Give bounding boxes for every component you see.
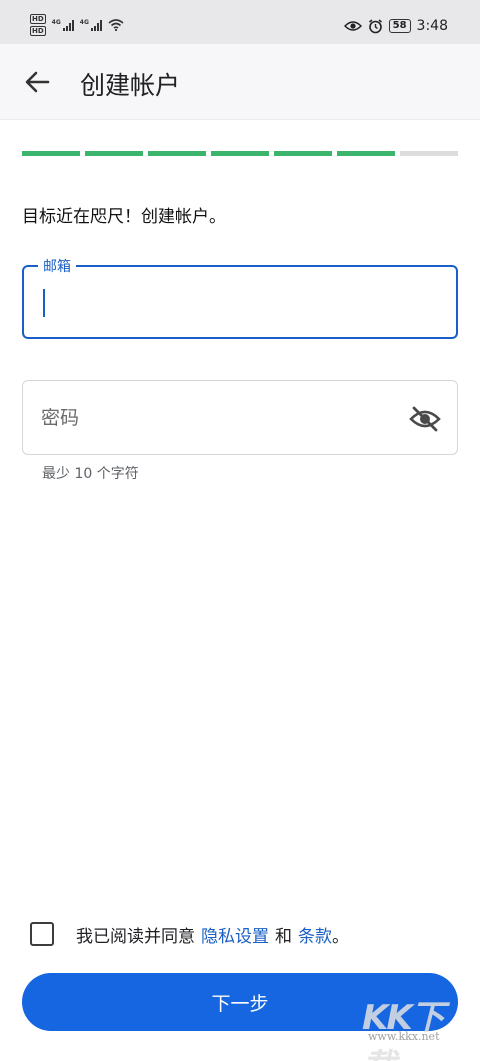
email-field[interactable]: 邮箱 <box>22 256 458 339</box>
wifi-icon <box>108 19 124 31</box>
progress-step <box>211 151 269 156</box>
password-helper-text: 最少 10 个字符 <box>42 466 139 482</box>
status-left: HD HD 4G 4G <box>30 14 124 36</box>
network-type-2: 4G <box>79 19 89 26</box>
page-title: 创建帐户 <box>80 71 181 100</box>
agreement-row: 我已阅读并同意 隐私设置 和 条款 。 <box>30 918 349 950</box>
agree-checkbox[interactable] <box>30 922 54 946</box>
privacy-link[interactable]: 隐私设置 <box>201 922 269 947</box>
arrow-left-icon[interactable] <box>22 68 52 96</box>
watermark: KK下载 www.kkx.net <box>358 990 462 1061</box>
status-right: 58 3:48 <box>343 18 448 34</box>
signal-icon: 4G <box>52 19 74 31</box>
clock: 3:48 <box>416 18 448 34</box>
watermark-url: www.kkx.net <box>368 1030 440 1043</box>
terms-link[interactable]: 条款 <box>298 922 332 947</box>
signal-icon-2: 4G <box>80 19 102 31</box>
password-field[interactable] <box>22 380 458 455</box>
progress-step <box>148 151 206 156</box>
progress-step <box>85 151 143 156</box>
progress-step <box>22 151 80 156</box>
agreement-prefix: 我已阅读并同意 <box>76 926 195 947</box>
step-progress-bar <box>22 151 458 156</box>
form-headline: 目标近在咫尺！创建帐户。 <box>22 207 226 227</box>
hd-badge-1: HD <box>30 14 46 24</box>
agreement-and: 和 <box>275 926 292 947</box>
battery-icon: 58 <box>388 19 411 33</box>
progress-step <box>337 151 395 156</box>
text-cursor <box>43 289 45 317</box>
alarm-icon <box>368 18 382 33</box>
eye-comfort-icon <box>343 21 362 31</box>
eye-off-icon[interactable] <box>409 405 441 433</box>
watermark-logo: KK下载 <box>362 998 445 1061</box>
network-type-1: 4G <box>51 19 61 26</box>
progress-step <box>400 151 458 156</box>
status-bar: HD HD 4G 4G 58 3:48 <box>0 0 480 44</box>
progress-step <box>274 151 332 156</box>
agreement-suffix: 。 <box>332 926 349 947</box>
hd-badge-2: HD <box>30 26 46 36</box>
hd-indicators: HD HD <box>30 14 46 36</box>
password-input[interactable] <box>41 399 401 439</box>
email-input[interactable] <box>40 283 440 323</box>
app-bar: 创建帐户 <box>0 44 480 120</box>
email-label: 邮箱 <box>38 256 76 276</box>
